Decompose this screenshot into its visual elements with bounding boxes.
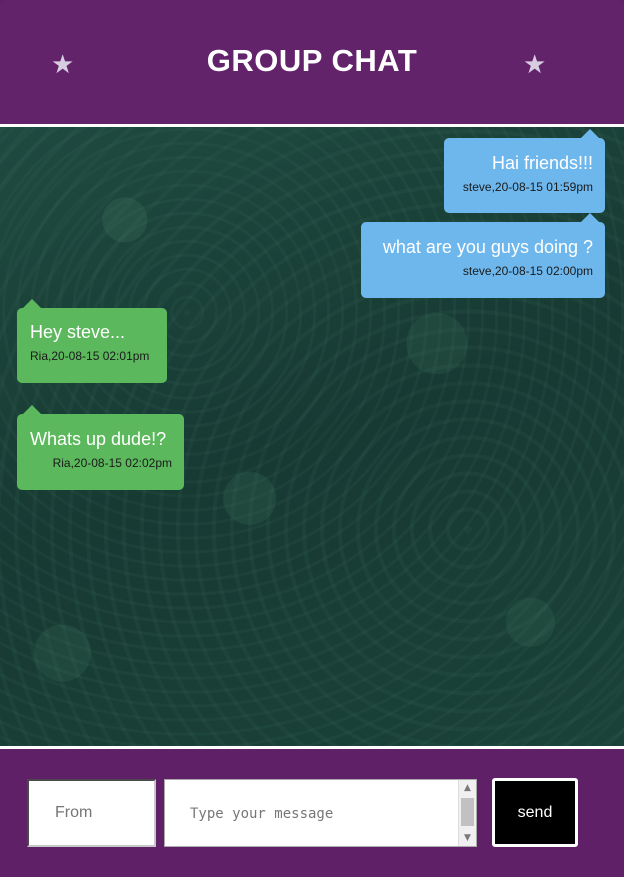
scroll-up-icon[interactable]: ▲: [459, 780, 476, 796]
message-input-scrollbar[interactable]: ▲ ▼: [458, 780, 476, 846]
send-button[interactable]: send: [492, 778, 578, 847]
message-text: what are you guys doing ?: [382, 237, 593, 257]
bubble-tail: [581, 213, 599, 222]
message-meta: Ria,20-08-15 02:02pm: [52, 456, 172, 470]
message-meta: steve,20-08-15 02:00pm: [462, 264, 593, 278]
message-bubble-received: Hey steve... Ria,20-08-15 02:01pm: [17, 299, 167, 383]
footer-divider: [0, 746, 624, 749]
message-text: Hai friends!!!: [491, 153, 593, 173]
message-text: Hey steve...: [30, 322, 126, 342]
bubble-tail: [23, 299, 41, 308]
message-bubble-sent: what are you guys doing ? steve,20-08-15…: [361, 213, 605, 298]
bubble-tail: [23, 405, 41, 414]
message-meta: Ria,20-08-15 02:01pm: [30, 349, 150, 363]
message-text: Whats up dude!?: [30, 429, 167, 449]
message-input-wrapper: ▲ ▼: [164, 779, 477, 847]
from-input[interactable]: [27, 779, 156, 847]
chat-header: ★ GROUP CHAT ★: [0, 0, 624, 124]
star-icon[interactable]: ★: [523, 52, 549, 78]
message-bubble-received: Whats up dude!? Ria,20-08-15 02:02pm: [17, 405, 184, 490]
group-chat-app: ★ GROUP CHAT ★ Hai friends!!! steve,20-0…: [0, 0, 624, 877]
message-meta: steve,20-08-15 01:59pm: [462, 180, 593, 194]
message-bubble-sent: Hai friends!!! steve,20-08-15 01:59pm: [444, 129, 605, 213]
bubble-tail: [581, 129, 599, 138]
scroll-thumb[interactable]: [461, 798, 474, 826]
message-input[interactable]: [165, 780, 458, 846]
scroll-down-icon[interactable]: ▼: [459, 830, 476, 846]
